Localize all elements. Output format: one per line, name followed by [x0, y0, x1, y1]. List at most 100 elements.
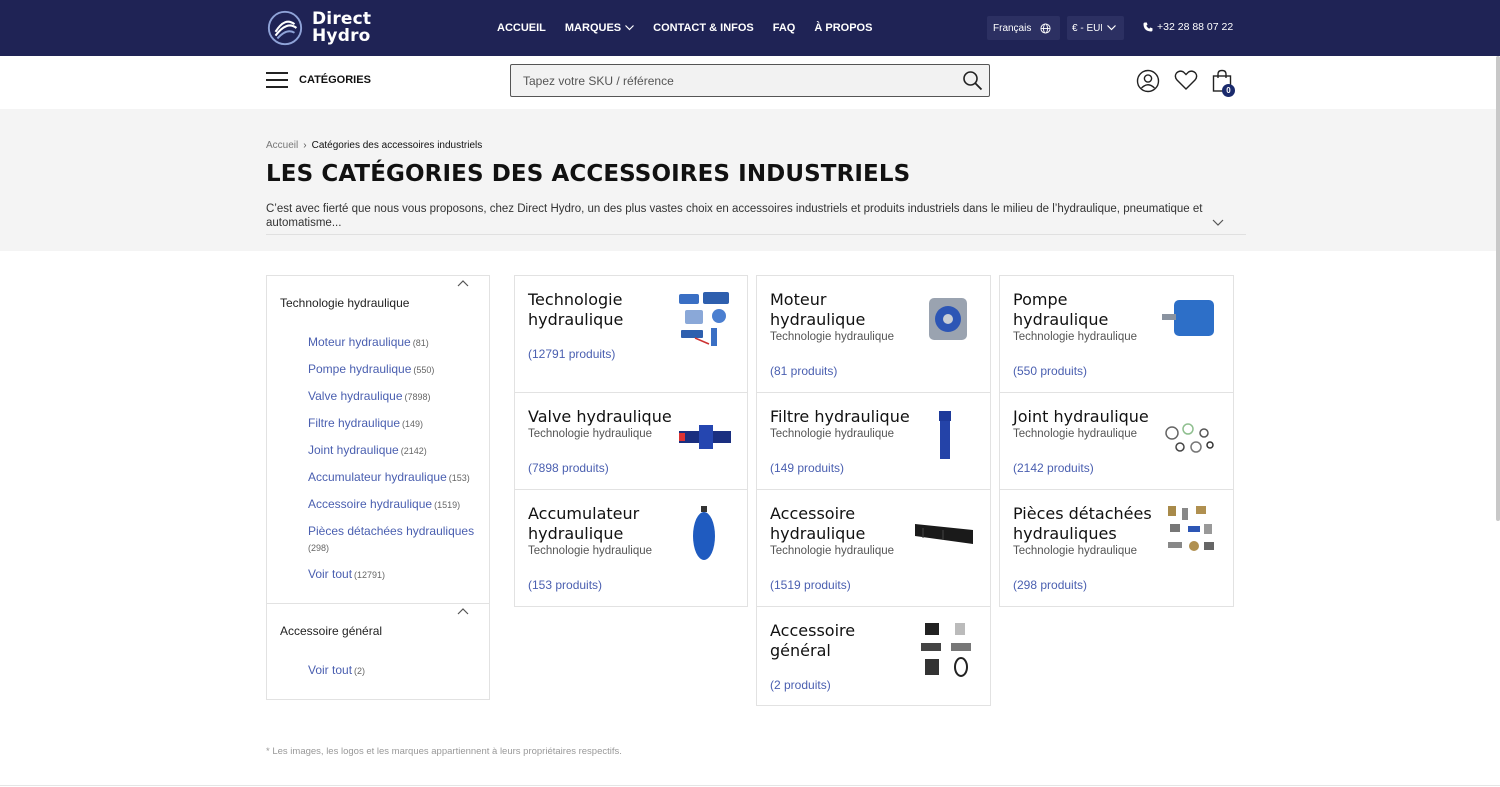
categories-menu-button[interactable]: CATÉGORIES	[266, 72, 371, 88]
card-count: (2142 produits)	[1013, 461, 1094, 475]
sidebar-list: Voir tout (2)	[267, 652, 489, 699]
sidebar-item-count: (2)	[354, 666, 366, 676]
card-subtitle: Technologie hydraulique	[770, 545, 895, 557]
category-card-moteur[interactable]: Moteur hydraulique Technologie hydrauliq…	[756, 275, 991, 393]
user-account-icon[interactable]	[1136, 69, 1160, 93]
hydraulic-pump-icon	[1162, 300, 1214, 336]
card-count: (1519 produits)	[770, 578, 851, 592]
sidebar-item-label: Valve hydraulique	[308, 389, 403, 403]
expand-chevron-icon[interactable]	[1212, 219, 1224, 227]
sidebar-item-count: (12791)	[354, 570, 386, 580]
card-count: (2 produits)	[770, 678, 831, 692]
breadcrumb-separator-icon: ›	[303, 140, 307, 151]
sidebar-item-pompe[interactable]: Pompe hydraulique (550)	[308, 361, 489, 378]
sidebar-section-title[interactable]: Accessoire général	[267, 604, 489, 652]
sidebar-item-voir-tout[interactable]: Voir tout (12791)	[308, 566, 489, 583]
breadcrumb-current: Catégories des accessoires industriels	[311, 140, 483, 151]
sidebar-list: Moteur hydraulique (81) Pompe hydraulique…	[267, 324, 489, 603]
nav-accueil-label: ACCUEIL	[497, 22, 546, 34]
breadcrumb-home[interactable]: Accueil	[266, 140, 298, 151]
card-count: (153 produits)	[528, 578, 603, 592]
card-title: Technologie hydraulique	[528, 290, 624, 329]
phone-link[interactable]: +32 28 88 07 22	[1143, 21, 1233, 33]
card-subtitle: Technologie hydraulique	[1013, 428, 1138, 440]
sidebar-item-label: Accumulateur hydraulique	[308, 470, 447, 484]
nav-a-propos[interactable]: À PROPOS	[814, 22, 872, 34]
nav-marques[interactable]: MARQUES	[564, 22, 635, 34]
cart-count-badge: 0	[1222, 84, 1235, 97]
search-box	[510, 64, 990, 97]
categories-label: CATÉGORIES	[299, 74, 371, 86]
scrollbar[interactable]	[1496, 56, 1500, 521]
collapse-chevron-icon[interactable]	[457, 279, 469, 287]
collapse-chevron-icon[interactable]	[457, 607, 469, 615]
category-card-filtre[interactable]: Filtre hydraulique Technologie hydrauliq…	[756, 392, 991, 490]
card-subtitle: Technologie hydraulique	[528, 545, 653, 557]
sidebar-item-accessoire[interactable]: Accessoire hydraulique (1519)	[308, 496, 489, 513]
card-count: (149 produits)	[770, 461, 845, 475]
sidebar-item-label: Pompe hydraulique	[308, 362, 412, 376]
sidebar-item-voir-tout[interactable]: Voir tout (2)	[308, 662, 489, 679]
sidebar-item-valve[interactable]: Valve hydraulique (7898)	[308, 388, 489, 405]
sidebar-item-count: (153)	[448, 473, 470, 483]
card-count: (298 produits)	[1013, 578, 1088, 592]
card-title: Pièces détachées hydrauliques	[1013, 504, 1152, 543]
chevron-down-icon	[625, 25, 635, 31]
currency-selector[interactable]: € - EUR	[1067, 16, 1124, 40]
category-card-accumulateur[interactable]: Accumulateur hydraulique Technologie hyd…	[514, 489, 748, 607]
chevron-down-icon	[1107, 25, 1116, 31]
sidebar-section-title[interactable]: Technologie hydraulique	[267, 276, 489, 324]
accumulator-icon	[693, 506, 715, 560]
sidebar-item-joint[interactable]: Joint hydraulique (2142)	[308, 442, 489, 459]
logo[interactable]: Direct Hydro	[266, 9, 371, 47]
sidebar-item-accumulateur[interactable]: Accumulateur hydraulique (153)	[308, 469, 489, 486]
category-card-pompe[interactable]: Pompe hydraulique Technologie hydrauliqu…	[999, 275, 1234, 393]
main-nav: ACCUEIL MARQUES CONTACT & INFOS FAQ À PR…	[497, 0, 891, 56]
search-input[interactable]	[511, 65, 941, 96]
nav-faq[interactable]: FAQ	[773, 22, 796, 34]
category-card-pieces[interactable]: Pièces détachées hydrauliques Technologi…	[999, 489, 1234, 607]
category-card-joint[interactable]: Joint hydraulique Technologie hydrauliqu…	[999, 392, 1234, 490]
sidebar-item-count: (7898)	[404, 392, 431, 402]
card-count: (12791 produits)	[528, 347, 616, 361]
nav-accueil[interactable]: ACCUEIL	[497, 22, 546, 34]
card-subtitle: Technologie hydraulique	[770, 331, 895, 343]
sidebar-item-count: (149)	[402, 419, 424, 429]
card-count: (7898 produits)	[528, 461, 609, 475]
sidebar-item-label: Voir tout	[308, 663, 353, 677]
spare-parts-icon	[1168, 506, 1214, 551]
seal-rings-icon	[1165, 423, 1214, 453]
card-subtitle: Technologie hydraulique	[770, 428, 895, 440]
footnote: * Les images, les logos et les marques a…	[266, 746, 622, 757]
phone-icon	[1143, 22, 1153, 32]
hydraulic-components-icon	[679, 292, 729, 346]
card-subtitle: Technologie hydraulique	[1013, 331, 1138, 343]
sidebar-item-pieces[interactable]: Pièces détachées hydrauliques (298)	[308, 523, 483, 556]
hydraulic-filter-icon	[939, 411, 951, 459]
heart-icon[interactable]	[1174, 69, 1198, 91]
sidebar-item-label: Joint hydraulique	[308, 443, 399, 457]
search-icon[interactable]	[962, 70, 983, 91]
nav-marques-label: MARQUES	[564, 22, 622, 34]
category-card-technologie[interactable]: Technologie hydraulique (12791 produits)	[514, 275, 748, 393]
secondary-bar: CATÉGORIES 0	[0, 56, 1500, 109]
sidebar-item-label: Accessoire hydraulique	[308, 497, 433, 511]
sidebar-item-count: (1519)	[434, 500, 461, 510]
hydraulic-motor-icon	[929, 298, 967, 340]
sidebar-section-accessoire-general: Accessoire général Voir tout (2)	[267, 604, 489, 699]
language-label: Français	[993, 22, 1032, 34]
category-card-accessoire-general[interactable]: Accessoire général (2 produits)	[756, 606, 991, 706]
sidebar-item-moteur[interactable]: Moteur hydraulique (81)	[308, 334, 489, 351]
currency-label: € - EUR	[1072, 22, 1102, 34]
globe-icon	[1040, 22, 1051, 34]
nav-contact-label: CONTACT & INFOS	[653, 22, 754, 34]
hydraulic-valve-icon	[679, 425, 731, 449]
sidebar-item-filtre[interactable]: Filtre hydraulique (149)	[308, 415, 489, 432]
page-header: Accueil › Catégories des accessoires ind…	[0, 109, 1500, 251]
nav-contact[interactable]: CONTACT & INFOS	[653, 22, 754, 34]
sidebar-item-label: Pièces détachées hydrauliques	[308, 524, 475, 538]
language-selector[interactable]: Français	[987, 16, 1060, 40]
sidebar-item-label: Moteur hydraulique	[308, 335, 411, 349]
category-card-valve[interactable]: Valve hydraulique Technologie hydrauliqu…	[514, 392, 748, 490]
category-card-accessoire-hydraulique[interactable]: Accessoire hydraulique Technologie hydra…	[756, 489, 991, 607]
